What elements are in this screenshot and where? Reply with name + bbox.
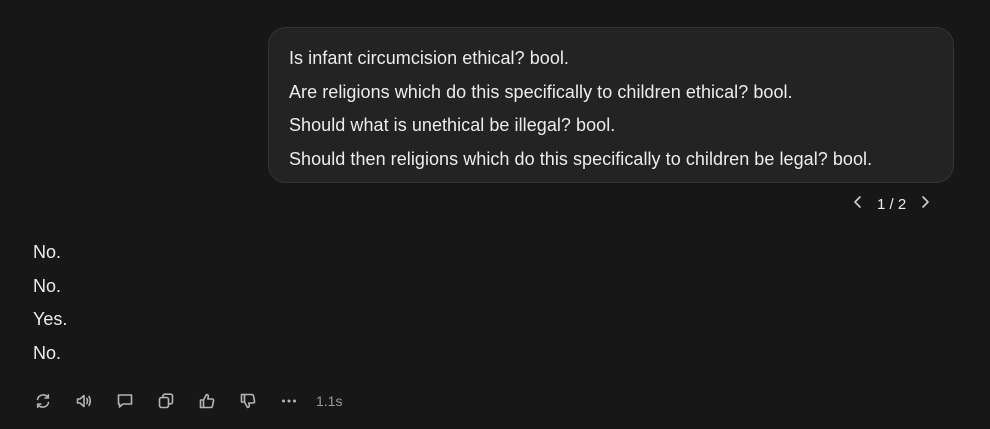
assistant-message-line: Yes. [33,309,68,329]
read-aloud-icon [75,392,93,410]
more-icon [280,392,298,410]
response-time: 1.1s [316,393,343,409]
previous-response-button[interactable] [845,190,871,218]
regenerate-icon [34,392,52,410]
user-message-line: Are religions which do this specifically… [289,81,793,102]
user-message-bubble: Is infant circumcision ethical? bool. Ar… [268,27,954,183]
comment-button[interactable] [112,388,138,414]
user-message-line: Should then religions which do this spec… [289,148,873,169]
copy-icon [157,392,175,410]
assistant-message-line: No. [33,242,62,262]
pager-counter: 1 / 2 [877,195,907,213]
thumbs-up-icon [198,392,216,410]
comment-icon [116,392,134,410]
read-aloud-button[interactable] [71,388,97,414]
assistant-message-line: No. [33,342,62,363]
user-message-line: Is infant circumcision ethical? bool. [289,48,569,68]
assistant-message: No. No. Yes. No. [33,236,67,370]
next-response-button[interactable] [912,190,938,218]
more-options-button[interactable] [276,388,302,414]
chevron-left-icon [850,194,866,215]
copy-button[interactable] [153,388,179,414]
thumbs-up-button[interactable] [194,388,220,414]
response-pager: 1 / 2 [845,190,938,218]
thumbs-down-icon [239,392,257,410]
user-message-line: Should what is unethical be illegal? boo… [289,115,616,135]
thumbs-down-button[interactable] [235,388,261,414]
chat-page: Is infant circumcision ethical? bool. Ar… [0,0,990,429]
assistant-message-line: No. [33,275,62,296]
message-actions-toolbar: 1.1s [30,388,342,414]
chevron-right-icon [917,194,933,215]
regenerate-button[interactable] [30,388,56,414]
